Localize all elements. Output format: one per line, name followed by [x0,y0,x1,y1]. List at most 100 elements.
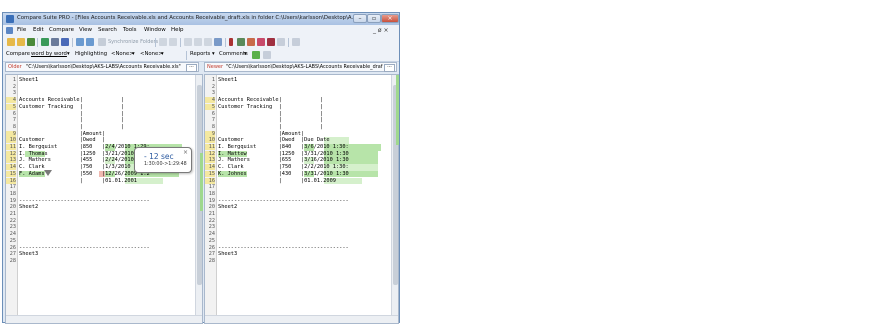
diff-line[interactable]: 3 [205,90,398,97]
diff-line[interactable]: 21 [6,211,202,218]
menu-window[interactable]: Window [144,27,166,33]
sync-icon[interactable] [86,38,94,46]
diff-line[interactable]: 21 [205,211,398,218]
nav-last-icon[interactable] [194,38,202,46]
diff-line[interactable]: 7 | | [205,117,398,124]
diff-line[interactable]: 18 [6,191,202,198]
menu-view[interactable]: View [79,27,92,33]
diff-line[interactable]: 16 | |01.01.2009 [205,177,398,185]
right-horizontal-scrollbar[interactable] [205,315,398,323]
diff-line[interactable]: 9 |Amount| [205,130,398,138]
menu-edit[interactable]: Edit [33,27,44,33]
diff-line[interactable]: 4 Accounts Receivable| | [6,97,202,104]
diff-line[interactable]: 22 [6,218,202,225]
left-horizontal-scrollbar[interactable] [6,315,202,323]
diff-icon[interactable] [247,38,255,46]
left-file-path[interactable]: "C:\Users\karlsson\Desktop\AKS-LABS\Acco… [26,64,186,70]
export-icon[interactable] [277,38,285,46]
marker-icon[interactable] [229,38,233,46]
synchronize-folders-button[interactable]: Synchronize Folders [108,39,158,45]
add-comment-icon[interactable] [252,51,260,59]
view-icon[interactable] [204,38,212,46]
right-file-path[interactable]: "C:\Users\karlsson\Desktop\AKS-LABS\Acco… [226,64,384,70]
highlight-filter-2-dropdown[interactable]: <None> [140,51,163,57]
diff-line[interactable]: 14 C. Clark |750 |2/2/2010 1:30: [205,164,398,171]
diff-line[interactable]: 26 --------------------------------------… [6,245,202,252]
diff-line[interactable]: 8 | | [205,124,398,131]
diff-line[interactable]: 5 Customer Tracking | | [6,103,202,111]
diff-line[interactable]: 7 | | [6,117,202,124]
highlight-filter-1-dropdown[interactable]: <None> [111,51,134,57]
close-icon[interactable]: × [183,149,188,156]
diff-line[interactable]: 26 --------------------------------------… [205,245,398,252]
compare-icon[interactable] [41,38,49,46]
chevron-down-icon[interactable]: ▾ [132,51,135,57]
diff-line[interactable]: 20 Sheet2 [6,204,202,211]
diff-line[interactable]: 24 [205,231,398,238]
compare-mode-chevron-icon[interactable]: ▾ [67,51,70,57]
open-file-icon[interactable] [17,38,25,46]
diff-line[interactable]: 5 Customer Tracking | | [205,103,398,111]
diff-line[interactable]: 22 [205,218,398,225]
diff-line[interactable]: 23 [205,224,398,231]
menu-file[interactable]: File [17,27,26,33]
diff-line[interactable]: 3 [6,90,202,97]
diff-line[interactable]: 6 | | [6,111,202,118]
settings-icon[interactable] [292,38,300,46]
diff-line[interactable]: 19 --------------------------------------… [6,198,202,205]
menu-help[interactable]: Help [171,27,184,33]
menu-tools[interactable]: Tools [123,27,137,33]
diff-line[interactable]: 23 [6,224,202,231]
diff-line[interactable]: 18 [205,191,398,198]
diff-line[interactable]: 1 Sheet1 [6,77,202,84]
comment-tool-icon[interactable] [263,51,271,59]
diff-line[interactable]: 17 [205,184,398,191]
diff-line[interactable]: 17 [6,184,202,191]
diff-line[interactable]: 15 K. Johnes |430 |3/31/2010 1:30 [205,170,398,178]
right-compare-pane[interactable]: 1 Sheet1 2 3 4 Accounts Receivable| | 5 Custome… [204,74,399,324]
diff-line[interactable]: 4 Accounts Receivable| | [205,97,398,104]
minimize-button[interactable]: – [353,14,367,23]
mdi-controls[interactable]: _ ø × [373,27,389,34]
diff-line[interactable]: 6 | | [205,111,398,118]
reports-button[interactable]: Reports [190,51,210,57]
diff-line[interactable]: 12 I. Mattew |1250 |3/31/2010 1:30 [205,150,398,158]
diff-line[interactable]: 27 Sheet3 [205,251,398,258]
overview-marker[interactable] [396,75,399,145]
close-button[interactable]: × [381,14,399,23]
diff-line[interactable]: 9 |Amount| [6,130,202,138]
title-bar[interactable]: Compare Suite PRO - [Files Accounts Rece… [3,13,399,25]
diff-line[interactable]: 28 [205,258,398,265]
chevron-down-icon[interactable]: ▾ [244,51,247,57]
browse-left-button[interactable]: ··· [186,64,197,72]
diff-line[interactable]: 28 [6,258,202,265]
diff-line[interactable]: 13 J. Mathers |655 |3/16/2010 1:30 [205,157,398,165]
window-icon[interactable] [214,38,222,46]
filter-icon[interactable] [51,38,59,46]
diff-line[interactable]: 8 | | [6,124,202,131]
diff-line[interactable]: 19 --------------------------------------… [205,198,398,205]
left-compare-pane[interactable]: 1 Sheet1 2 3 4 Accounts Receivable| | 5 Custome… [5,74,203,324]
diff-line[interactable]: 1 Sheet1 [205,77,398,84]
nav-first-icon[interactable] [159,38,167,46]
diff-line[interactable]: 24 [6,231,202,238]
browse-right-button[interactable]: ··· [384,64,395,72]
compare-mode-dropdown[interactable]: word by word [31,51,67,57]
nav-prev-icon[interactable] [169,38,177,46]
highlight-icon[interactable] [257,38,265,46]
diff-line[interactable]: 25 [6,238,202,245]
diff-line[interactable]: 27 Sheet3 [6,251,202,258]
sync-folders-icon[interactable] [98,38,106,46]
tree-icon[interactable] [237,38,245,46]
diff-line[interactable]: 10 Customer |Owed | [6,137,202,144]
diff-line[interactable]: 11 I. Bergquist |840 |3/6/2010 1:30: [205,144,398,151]
open-folder-icon[interactable] [7,38,15,46]
maximize-button[interactable]: ▫ [367,14,381,23]
diff-line[interactable]: 25 [205,238,398,245]
save-icon[interactable] [27,38,35,46]
grid-icon[interactable] [267,38,275,46]
diff-line[interactable]: 2 [205,84,398,91]
users-icon[interactable] [61,38,69,46]
nav-next-icon[interactable] [184,38,192,46]
diff-line[interactable]: 16 | |01.01.2001 [6,177,202,185]
